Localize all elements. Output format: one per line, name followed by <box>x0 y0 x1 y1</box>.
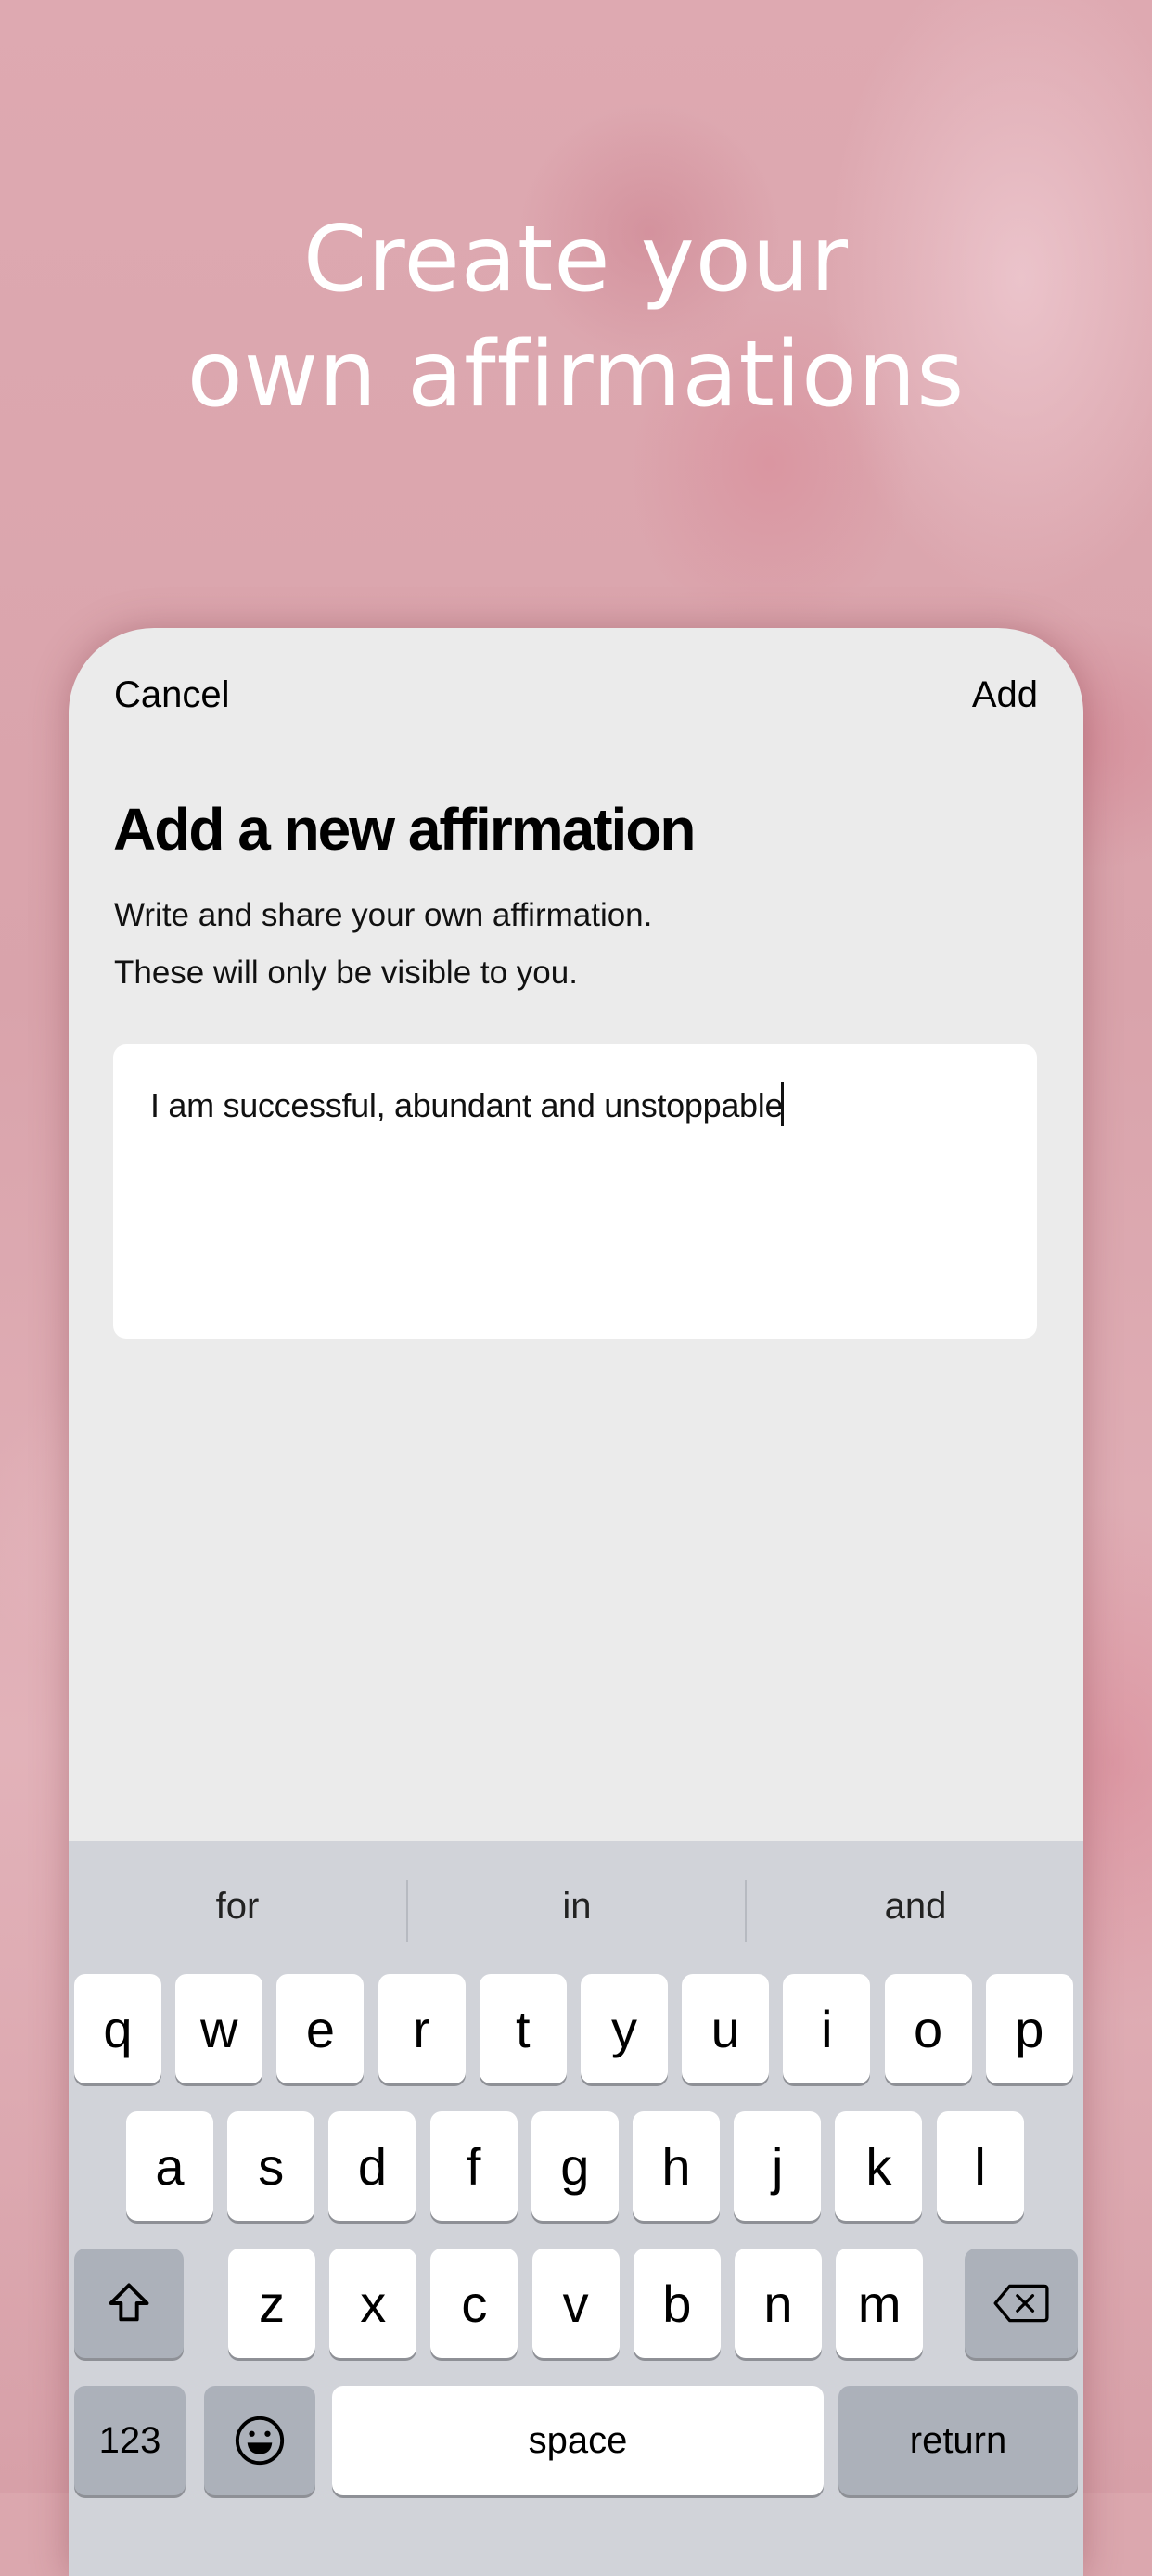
sheet-subtitle-1: Write and share your own affirmation. <box>114 897 653 933</box>
affirmation-input-value-wrap: I am successful, abundant and unstoppabl… <box>150 1082 785 1126</box>
text-caret <box>781 1082 785 1126</box>
key-z[interactable]: z <box>228 2249 315 2358</box>
promo-headline: Create your own affirmations <box>0 202 1152 432</box>
sheet-subtitle-2: These will only be visible to you. <box>114 955 578 991</box>
shift-key[interactable] <box>74 2249 184 2358</box>
key-d[interactable]: d <box>328 2111 416 2221</box>
key-n[interactable]: n <box>735 2249 822 2358</box>
key-q[interactable]: q <box>74 1974 161 2083</box>
key-j[interactable]: j <box>734 2111 822 2221</box>
key-h[interactable]: h <box>633 2111 720 2221</box>
key-x[interactable]: x <box>329 2249 417 2358</box>
key-l[interactable]: l <box>936 2111 1024 2221</box>
return-key[interactable]: return <box>838 2386 1078 2495</box>
key-t[interactable]: t <box>479 1974 567 2083</box>
key-v[interactable]: v <box>531 2249 620 2358</box>
key-p[interactable]: p <box>985 1974 1073 2083</box>
key-y[interactable]: y <box>581 1974 668 2083</box>
headline-line-1: Create your <box>302 207 850 313</box>
delete-key[interactable] <box>965 2249 1078 2358</box>
key-g[interactable]: g <box>531 2111 619 2221</box>
key-f[interactable]: f <box>429 2111 518 2221</box>
cancel-button[interactable]: Cancel <box>114 674 230 716</box>
shift-icon <box>109 2283 149 2322</box>
key-w[interactable]: w <box>175 1974 263 2083</box>
sheet-title: Add a new affirmation <box>113 796 696 863</box>
suggestion-1[interactable]: for <box>69 1841 406 1971</box>
key-o[interactable]: o <box>884 1974 972 2083</box>
key-a[interactable]: a <box>126 2111 213 2221</box>
add-affirmation-sheet: Cancel Add Add a new affirmation Write a… <box>69 628 1083 2576</box>
key-r[interactable]: r <box>378 1974 466 2083</box>
headline-line-2: own affirmations <box>186 322 966 428</box>
key-b[interactable]: b <box>633 2249 721 2358</box>
backspace-icon <box>993 2284 1049 2323</box>
affirmation-input[interactable]: I am successful, abundant and unstoppabl… <box>113 1044 1037 1339</box>
emoji-key[interactable] <box>204 2386 315 2495</box>
key-s[interactable]: s <box>227 2111 315 2221</box>
suggestion-3[interactable]: and <box>747 1841 1083 1971</box>
affirmation-input-value: I am successful, abundant and unstoppabl… <box>150 1086 784 1124</box>
add-button[interactable]: Add <box>972 674 1038 716</box>
emoji-icon <box>235 2416 285 2466</box>
keyboard: for in and 123 space return q w e r t y … <box>69 1841 1083 2576</box>
key-k[interactable]: k <box>835 2111 923 2221</box>
key-u[interactable]: u <box>682 1974 770 2083</box>
key-e[interactable]: e <box>276 1974 365 2083</box>
key-c[interactable]: c <box>430 2249 518 2358</box>
key-i[interactable]: i <box>783 1974 871 2083</box>
key-m[interactable]: m <box>836 2249 924 2358</box>
space-key[interactable]: space <box>332 2386 824 2495</box>
suggestion-bar: for in and <box>69 1841 1083 1971</box>
numbers-key[interactable]: 123 <box>74 2386 186 2495</box>
suggestion-2[interactable]: in <box>408 1841 746 1971</box>
